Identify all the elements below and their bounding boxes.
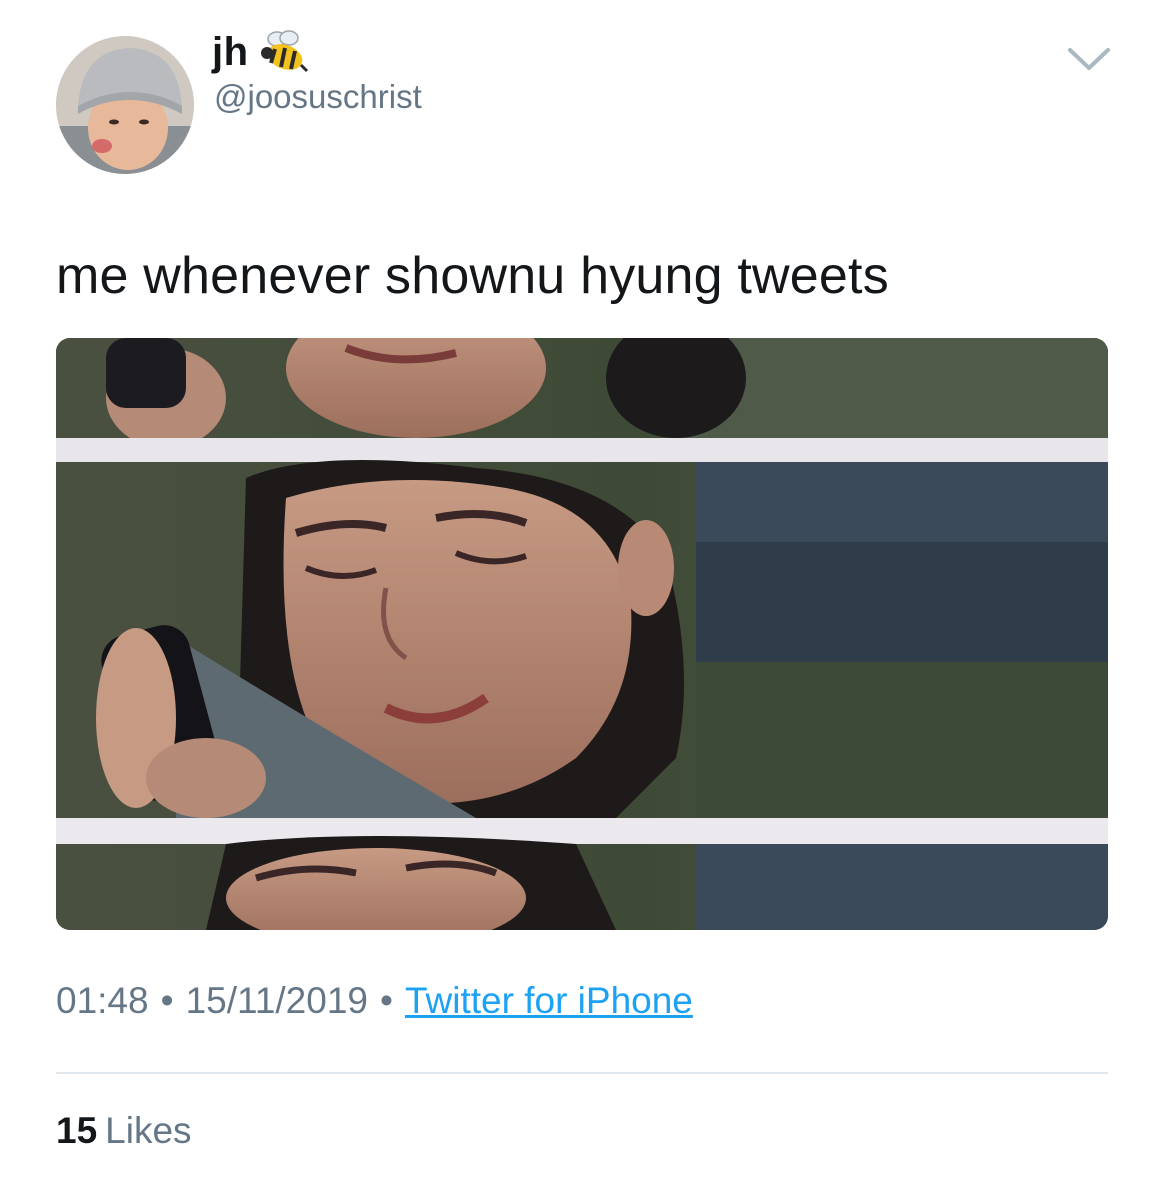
divider [56,1072,1108,1074]
tweet-meta: 01:48 • 15/11/2019 • Twitter for iPhone [56,980,693,1022]
meta-separator: • [160,980,174,1021]
tweet-source-link[interactable]: Twitter for iPhone [405,980,693,1022]
tweet-date: 15/11/2019 [185,980,368,1021]
handle[interactable]: @joosuschrist [214,78,422,116]
tweet-card: jh @joosuschrist me whenever shownu hyun… [0,0,1163,1200]
tweet-media-image[interactable] [56,338,1108,930]
bee-icon [259,29,309,75]
likes-count: 15 [56,1110,98,1151]
tweet-text: me whenever shownu hyung tweets [56,247,889,305]
likes-label: Likes [105,1110,192,1151]
meta-separator: • [380,980,393,1021]
display-name[interactable]: jh [212,30,249,75]
likes-stat[interactable]: 15 Likes [56,1110,192,1152]
chevron-down-icon[interactable] [1066,44,1112,74]
display-name-row[interactable]: jh [212,24,309,80]
avatar-photo [56,36,194,174]
meme-image [56,338,1108,930]
tweet-time: 01:48 [56,980,149,1021]
avatar[interactable] [56,36,194,174]
